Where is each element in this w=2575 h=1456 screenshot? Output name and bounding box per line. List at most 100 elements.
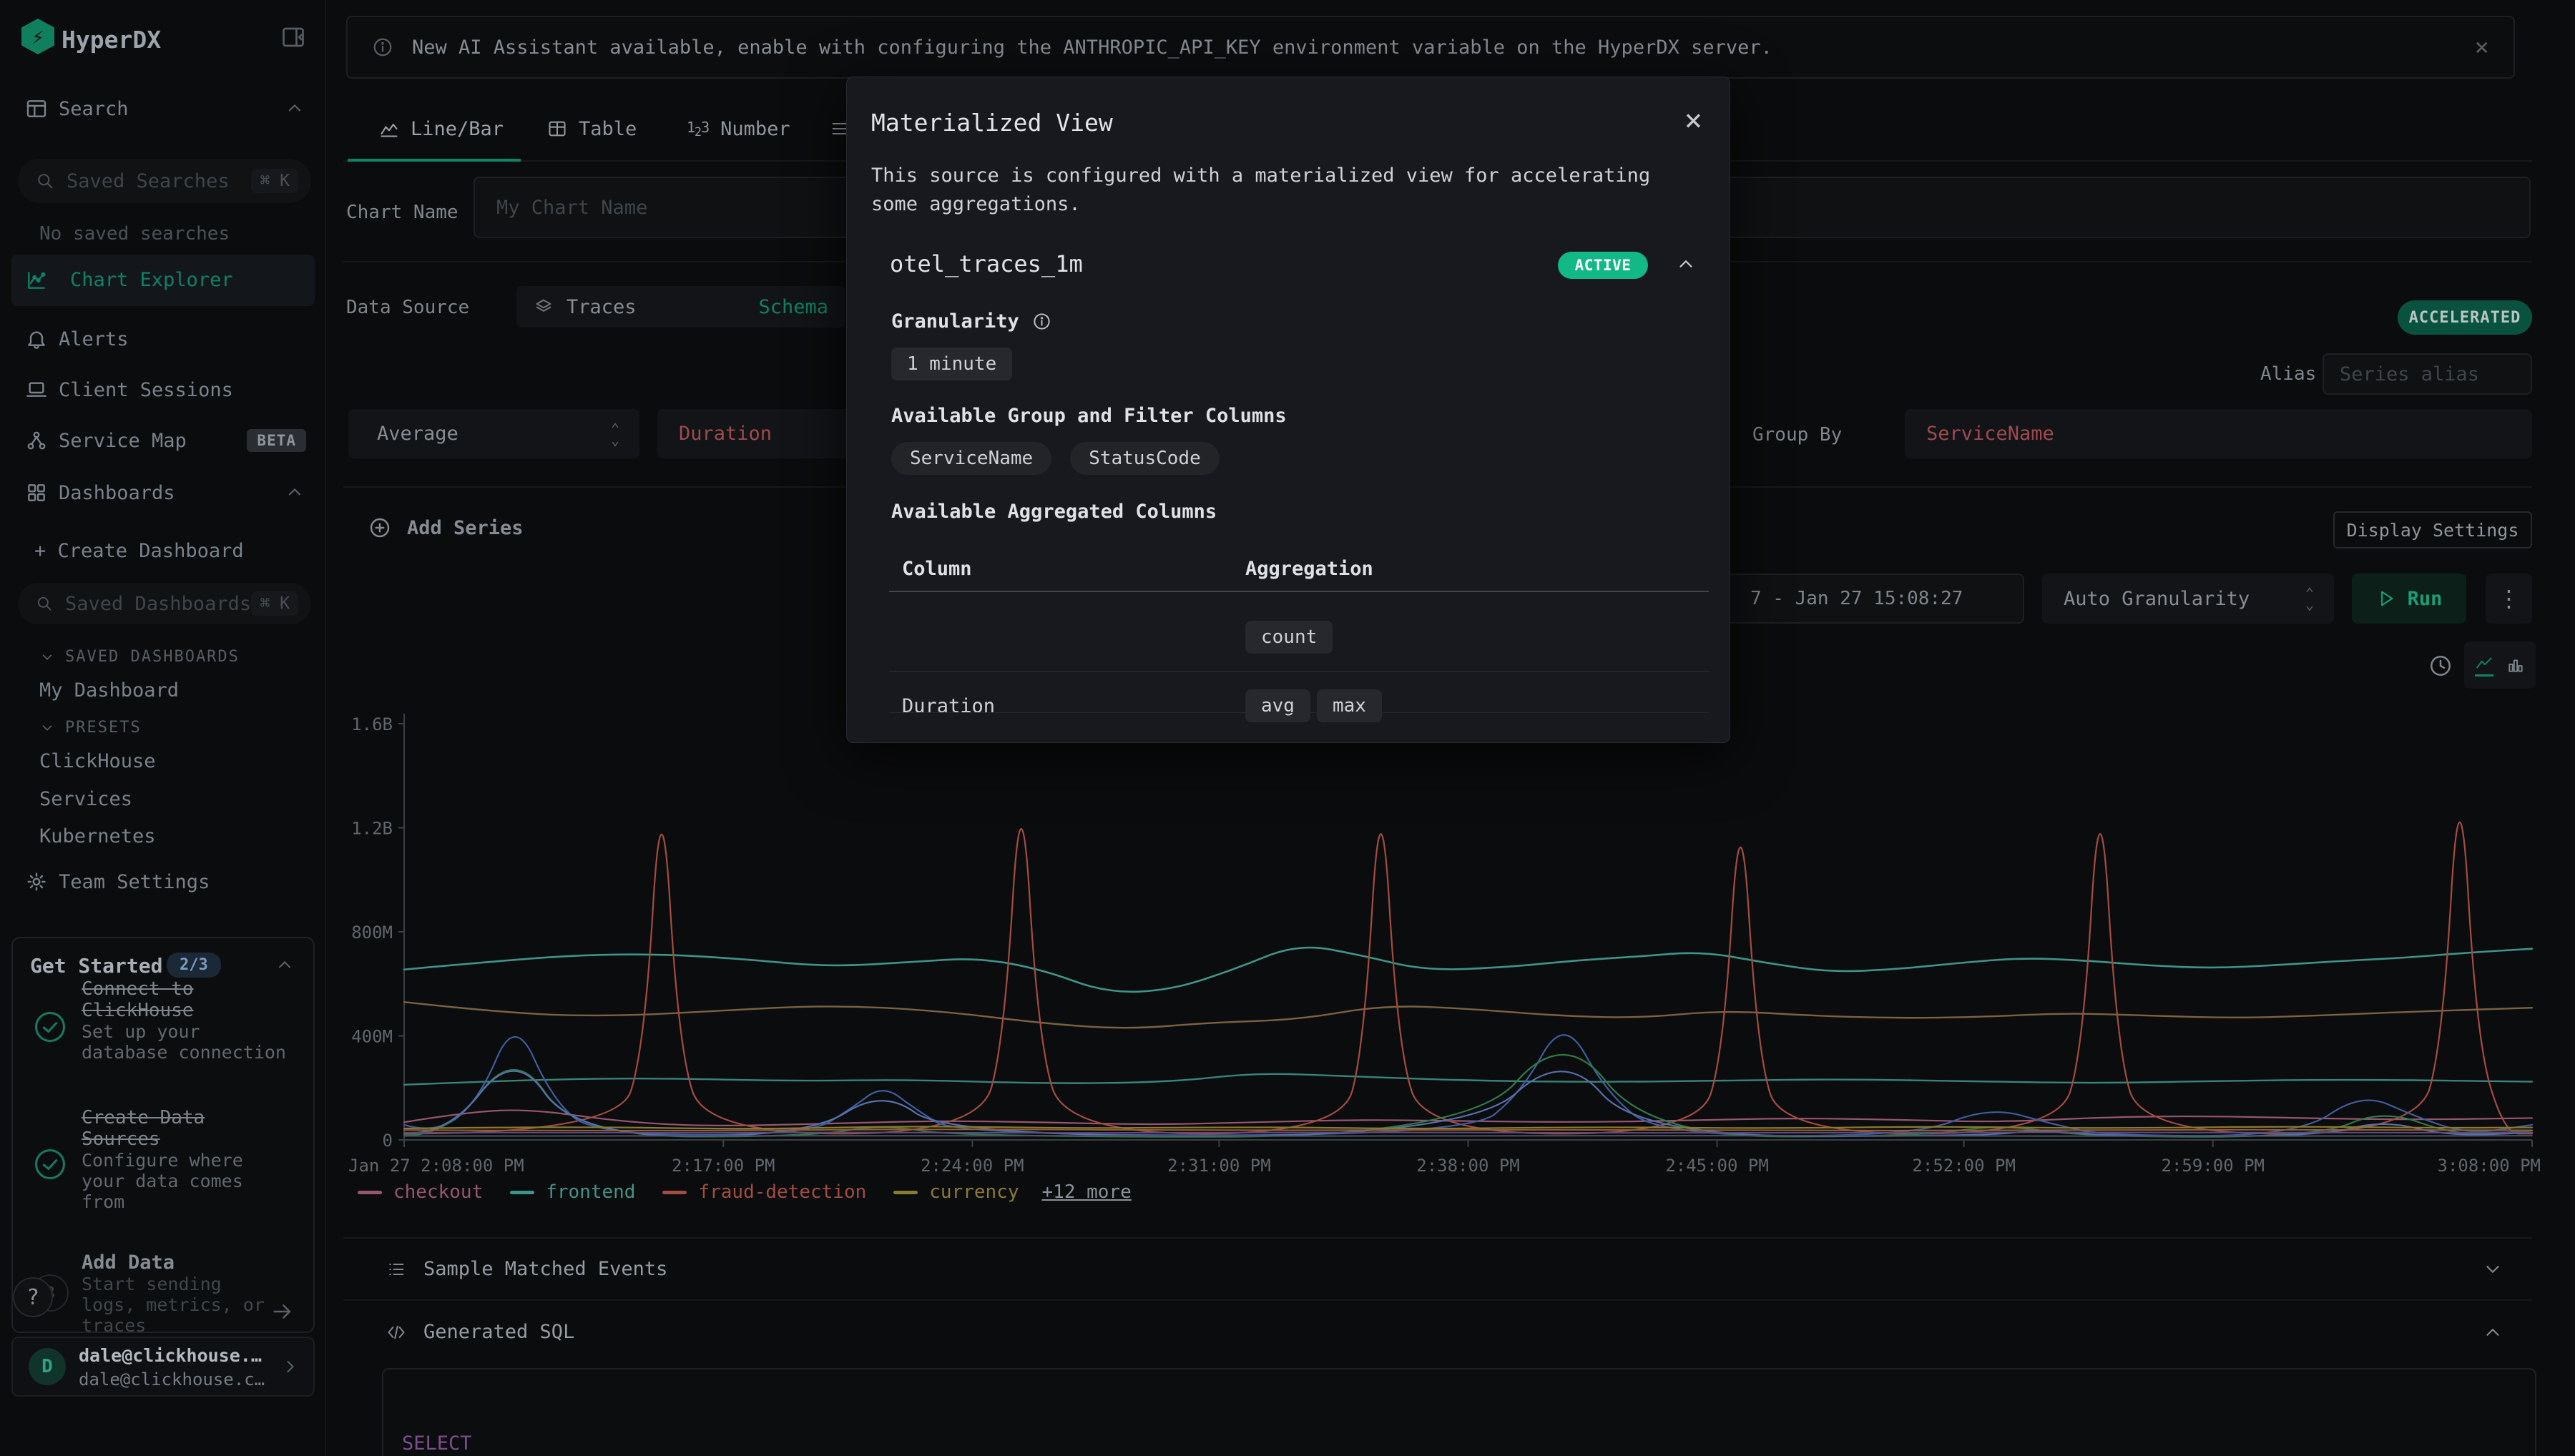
timeseries-chart[interactable]: 1.6B1.2B800M400M0Jan 27 2:08:00 PM2:17:0… — [336, 707, 2546, 1179]
chevron-right-icon — [280, 1357, 300, 1377]
granularity-select[interactable]: Auto Granularity ⌃⌄ — [2042, 574, 2334, 624]
chevron-up-icon[interactable] — [2482, 1322, 2503, 1343]
saved-dashboards-input[interactable]: Saved Dashboards ⌘ K — [18, 583, 311, 624]
sample-events-section[interactable]: Sample Matched Events — [343, 1239, 2532, 1299]
modal-close-icon[interactable]: × — [1684, 107, 1702, 133]
bell-icon — [25, 328, 48, 350]
get-started-item[interactable]: Connect to ClickHouse Set up your databa… — [82, 978, 286, 1063]
sidebar-item-dashboards[interactable]: Dashboards — [0, 470, 326, 516]
time-range-value: 7 - Jan 27 15:08:27 — [1750, 588, 1963, 609]
get-started-item[interactable]: Add Data Start sending logs, metrics, or… — [82, 1251, 265, 1336]
sidebar-item-preset-clickhouse[interactable]: ClickHouse — [39, 750, 156, 772]
generated-sql-section[interactable]: Generated SQL — [343, 1302, 2532, 1362]
run-button[interactable]: Run — [2352, 574, 2466, 624]
granularity-value: Auto Granularity — [2064, 588, 2250, 610]
create-dashboard-button[interactable]: + Create Dashboard — [34, 540, 244, 562]
run-label: Run — [2408, 588, 2443, 610]
hyperdx-app: ⚡ HyperDX Search Saved Searches ⌘ K No s… — [0, 0, 2575, 1456]
sidebar-item-alerts[interactable]: Alerts — [0, 316, 326, 362]
chevron-up-icon[interactable] — [275, 955, 295, 975]
legend-swatch — [358, 1191, 382, 1194]
get-started-item[interactable]: Create Data Sources Configure where your… — [82, 1107, 243, 1212]
saved-searches-input[interactable]: Saved Searches ⌘ K — [18, 159, 311, 203]
chevron-up-icon[interactable] — [285, 483, 305, 503]
sidebar-item-chart-explorer[interactable]: Chart Explorer — [11, 255, 315, 306]
legend-label: fraud-detection — [698, 1181, 866, 1203]
add-series-button[interactable]: Add Series — [368, 516, 524, 539]
legend-more-link[interactable]: +12 more — [1042, 1181, 1132, 1203]
tab-number[interactable]: 123 Number — [687, 107, 790, 150]
step-desc: your data comes — [82, 1171, 243, 1191]
alias-input[interactable]: Series alias — [2323, 353, 2532, 395]
more-options-button[interactable]: ⋮ — [2486, 574, 2532, 624]
legend-swatch — [893, 1191, 918, 1194]
step-desc: Set up your — [82, 1021, 286, 1042]
dashboards-icon — [25, 481, 48, 504]
granularity-value-pill: 1 minute — [891, 348, 1012, 380]
group-by-input[interactable]: ServiceName — [1905, 409, 2532, 458]
svg-text:Jan 27 2:08:00 PM: Jan 27 2:08:00 PM — [348, 1156, 524, 1176]
banner-close-icon[interactable]: × — [2475, 33, 2489, 62]
user-email: dale@clickhouse.c… — [79, 1369, 265, 1389]
table-row: count — [902, 608, 1709, 671]
help-button[interactable]: ? — [13, 1277, 53, 1317]
gear-icon — [25, 870, 48, 893]
presets-group[interactable]: PRESETS — [39, 719, 142, 737]
chevron-up-icon[interactable] — [1675, 253, 1697, 275]
play-icon — [2376, 589, 2396, 609]
info-icon — [372, 36, 393, 58]
sidebar-section-search[interactable]: Search — [0, 86, 326, 132]
schema-link[interactable]: Schema — [758, 296, 828, 318]
layers-icon — [534, 297, 554, 317]
arrow-right-icon[interactable] — [270, 1299, 295, 1324]
chart-explorer-icon — [25, 269, 48, 292]
chart-explorer-label: Chart Explorer — [70, 269, 233, 291]
legend-item[interactable]: currency — [893, 1181, 1019, 1203]
sidebar-item-preset-kubernetes[interactable]: Kubernetes — [39, 825, 156, 847]
group-by-label: Group By — [1752, 424, 1842, 446]
view-name: otel_traces_1m — [890, 250, 1083, 277]
legend-item[interactable]: frontend — [510, 1181, 635, 1203]
sidebar-item-preset-services[interactable]: Services — [39, 788, 132, 810]
sql-code-block[interactable]: SELECT AVG(toFloat64OrDefault (toString … — [382, 1368, 2536, 1456]
aggregation-value: Average — [377, 423, 458, 445]
legend-item[interactable]: checkout — [358, 1181, 483, 1203]
aggregation-select[interactable]: Average ⌃⌄ — [348, 409, 639, 458]
bar-chart-toggle-icon[interactable] — [2506, 656, 2525, 674]
chart-type-toggle — [2464, 641, 2536, 689]
sql-line: SELECT — [402, 1432, 2535, 1455]
legend-item[interactable]: fraud-detection — [662, 1181, 866, 1203]
sidebar-item-client-sessions[interactable]: Client Sessions — [0, 367, 326, 413]
chevron-down-icon[interactable] — [2482, 1259, 2503, 1280]
user-name: dale@clickhouse.… — [79, 1345, 262, 1366]
data-source-select[interactable]: Traces Schema — [516, 286, 845, 328]
divider — [343, 1299, 2532, 1301]
tab-table[interactable]: Table — [547, 107, 637, 150]
table-row: Duration avg max — [902, 677, 1709, 739]
service-map-label: Service Map — [59, 430, 187, 452]
banner-text: New AI Assistant available, enable with … — [412, 36, 1772, 59]
user-menu[interactable]: D dale@clickhouse.… dale@clickhouse.c… — [11, 1337, 315, 1397]
display-settings-button[interactable]: Display Settings — [2333, 511, 2532, 549]
brand-title: HyperDX — [62, 26, 161, 54]
legend-label: checkout — [393, 1181, 483, 1203]
svg-text:2:45:00 PM: 2:45:00 PM — [1665, 1156, 1769, 1176]
chevron-up-icon[interactable] — [285, 99, 305, 119]
clock-icon[interactable] — [2428, 654, 2453, 678]
saved-dashboards-group[interactable]: SAVED DASHBOARDS — [39, 648, 240, 666]
table-row-divider — [889, 671, 1709, 672]
sidebar-item-team-settings[interactable]: Team Settings — [0, 859, 326, 905]
sidebar-collapse-icon[interactable] — [280, 24, 306, 50]
step-desc: Start sending — [82, 1274, 265, 1294]
chart-legend: checkout frontend fraud-detection curren… — [358, 1181, 1132, 1203]
sidebar-item-service-map[interactable]: Service Map BETA — [0, 418, 326, 463]
tab-line-bar[interactable]: Line/Bar — [379, 107, 504, 150]
line-chart-toggle-icon[interactable] — [2475, 654, 2493, 677]
beta-badge: BETA — [247, 429, 306, 452]
info-icon[interactable] — [1032, 312, 1051, 331]
add-series-label: Add Series — [407, 517, 524, 539]
svg-text:1.6B: 1.6B — [351, 714, 393, 734]
sidebar-item-my-dashboard[interactable]: My Dashboard — [39, 679, 179, 702]
table-header-divider — [889, 591, 1709, 592]
table-header-column: Column — [902, 558, 972, 580]
